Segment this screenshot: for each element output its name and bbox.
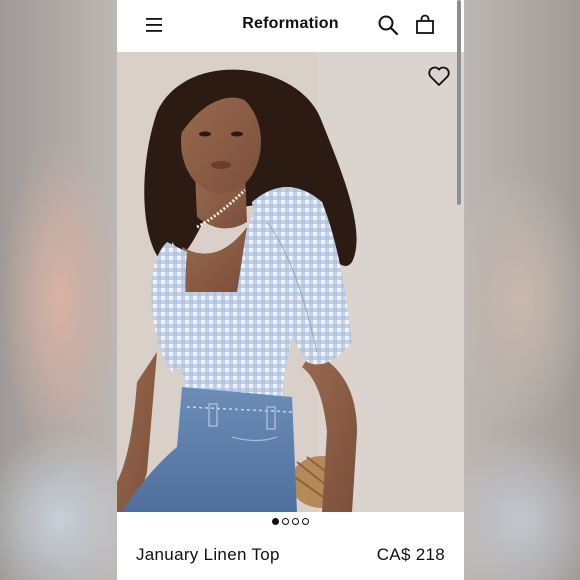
brand-logo[interactable]: Reformation — [117, 15, 464, 33]
product-price: CA$ 218 — [376, 545, 445, 564]
gallery-pagination — [117, 518, 464, 528]
heart-outline-icon[interactable] — [427, 64, 451, 88]
top-nav-bar: Reformation — [117, 0, 464, 52]
gallery-dot-4[interactable] — [302, 518, 309, 525]
product-name: January Linen Top — [136, 545, 280, 564]
gallery-dot-3[interactable] — [292, 518, 299, 525]
gallery-dot-2[interactable] — [282, 518, 289, 525]
model-photo-illustration — [117, 52, 464, 512]
product-image[interactable] — [117, 52, 464, 512]
search-icon[interactable] — [377, 14, 399, 36]
scrollbar-thumb[interactable] — [457, 0, 461, 205]
gallery-dot-1[interactable] — [272, 518, 279, 525]
product-page: Reformation January Linen Top CA$ 218 — [117, 0, 464, 580]
shopping-bag-icon[interactable] — [414, 14, 436, 36]
